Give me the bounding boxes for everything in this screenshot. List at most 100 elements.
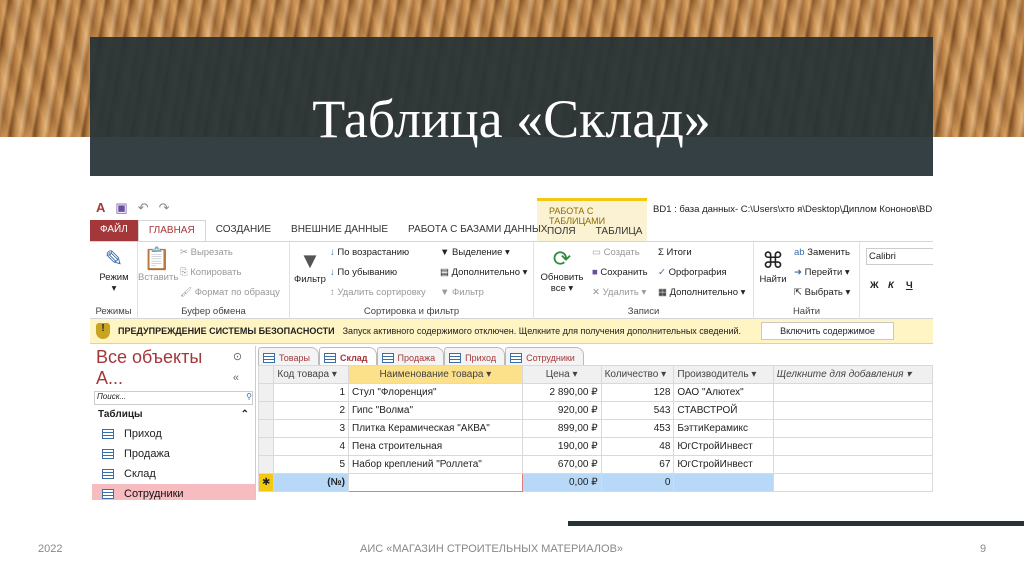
nav-section-tables[interactable]: Таблицы ⌃ xyxy=(92,406,255,424)
table-cell[interactable]: 453 xyxy=(600,419,675,438)
replace-button[interactable]: ab Заменить xyxy=(794,247,850,258)
table-cell[interactable]: 899,00 ₽ xyxy=(521,419,602,438)
table-cell[interactable]: 2 890,00 ₽ xyxy=(521,383,602,402)
copy-button[interactable]: ⎘ Копировать xyxy=(180,267,241,278)
table-cell[interactable] xyxy=(772,473,933,492)
table-cell[interactable]: (№) xyxy=(273,473,350,492)
table-cell[interactable]: 670,00 ₽ xyxy=(521,455,602,474)
table-cell[interactable] xyxy=(772,383,933,402)
paste-button[interactable]: 📋 Вставить xyxy=(138,246,178,283)
advanced-filter-button[interactable]: ▤ Дополнительно ▾ xyxy=(440,267,527,278)
table-cell[interactable]: Гипс "Волма" xyxy=(348,401,523,420)
toggle-filter-button[interactable]: ▼ Фильтр xyxy=(440,287,484,298)
row-selector[interactable] xyxy=(257,401,275,420)
table-cell[interactable] xyxy=(348,473,523,492)
table-cell[interactable]: БэттиКерамикс xyxy=(673,419,774,438)
find-button[interactable]: ⌘ Найти xyxy=(758,248,788,285)
table-cell[interactable]: 920,00 ₽ xyxy=(521,401,602,420)
save-icon[interactable]: ▣ xyxy=(115,200,127,216)
spelling-button[interactable]: ✓ Орфография xyxy=(658,267,727,278)
nav-item-prodazha[interactable]: Продажа xyxy=(92,444,255,464)
search-icon[interactable]: ⚲ xyxy=(246,392,252,404)
redo-icon[interactable]: ↷ xyxy=(159,200,170,216)
italic-button[interactable]: К xyxy=(888,280,894,291)
table-cell[interactable]: ОАО "Алютех" xyxy=(673,383,774,402)
table-cell[interactable] xyxy=(772,455,933,474)
save-record-button[interactable]: ■ Сохранить xyxy=(592,267,648,278)
table-row[interactable]: 3 Плитка Керамическая "АКВА" 899,00 ₽453 Бэ… xyxy=(257,419,933,438)
table-cell[interactable]: 128 xyxy=(600,383,675,402)
bold-button[interactable]: Ж xyxy=(870,280,879,291)
refresh-all-button[interactable]: ⟳ Обновить все ▾ xyxy=(538,246,586,294)
format-painter-button[interactable]: 🖌 Формат по образцу xyxy=(180,287,280,298)
table-cell[interactable]: 1 xyxy=(273,383,350,402)
tab-file[interactable]: ФАЙЛ xyxy=(90,220,138,241)
table-cell[interactable]: Пена строительная xyxy=(348,437,523,456)
select-button[interactable]: ⇱ Выбрать ▾ xyxy=(794,287,850,298)
table-cell[interactable]: Набор креплений "Роллета" xyxy=(348,455,523,474)
tab-database-tools[interactable]: РАБОТА С БАЗАМИ ДАННЫХ xyxy=(398,220,557,241)
sort-descending-button[interactable]: ↓ По убыванию xyxy=(330,267,397,278)
table-row[interactable]: 4 Пена строительная 190,00 ₽48 ЮгСтройИнвес… xyxy=(257,437,933,456)
nav-title[interactable]: Все объекты А... xyxy=(96,347,233,389)
table-cell[interactable]: 67 xyxy=(600,455,675,474)
doc-tab-sklad[interactable]: Склад xyxy=(318,347,377,365)
nav-menu-icon[interactable]: ⊙ « xyxy=(233,347,251,389)
column-header[interactable]: Наименование товара ▾ xyxy=(348,365,523,384)
row-selector[interactable] xyxy=(257,383,275,402)
mode-button[interactable]: ✎ Режим ▾ xyxy=(94,246,134,294)
column-header[interactable]: Код товара ▾ xyxy=(273,365,350,384)
row-selector[interactable]: ✱ xyxy=(257,473,275,492)
table-cell[interactable]: Стул "Флоренция" xyxy=(348,383,523,402)
table-cell[interactable]: СТАВСТРОЙ xyxy=(673,401,774,420)
nav-item-sotrudniki[interactable]: Сотрудники xyxy=(92,484,255,500)
tab-table[interactable]: ТАБЛИЦА xyxy=(586,222,653,237)
table-cell[interactable]: 48 xyxy=(600,437,675,456)
table-cell[interactable]: 0,00 ₽ xyxy=(521,473,602,492)
remove-sort-button[interactable]: ↕ Удалить сортировку xyxy=(330,287,426,298)
table-cell[interactable] xyxy=(772,419,933,438)
table-cell[interactable]: ЮгСтройИнвест xyxy=(673,437,774,456)
select-all[interactable] xyxy=(257,365,275,384)
table-cell[interactable] xyxy=(772,437,933,456)
filter-button[interactable]: ▼ Фильтр xyxy=(292,248,328,285)
more-button[interactable]: ▦ Дополнительно ▾ xyxy=(658,287,745,298)
table-row[interactable]: 2 Гипс "Волма" 920,00 ₽543 СТАВСТРОЙ xyxy=(257,401,933,420)
tab-external-data[interactable]: ВНЕШНИЕ ДАННЫЕ xyxy=(281,220,398,241)
new-record-row[interactable]: ✱ (№) 0,00 ₽0 xyxy=(257,473,933,492)
row-selector[interactable] xyxy=(257,419,275,438)
column-header[interactable]: Производитель ▾ xyxy=(673,365,774,384)
table-cell[interactable] xyxy=(772,401,933,420)
font-name-select[interactable]: Calibri xyxy=(866,248,933,265)
table-row[interactable]: 5 Набор креплений "Роллета" 670,00 ₽67 ЮгСт… xyxy=(257,455,933,474)
table-cell[interactable]: Плитка Керамическая "АКВА" xyxy=(348,419,523,438)
add-column-header[interactable]: Щелкните для добавления ▾ xyxy=(772,365,933,384)
table-cell[interactable]: 0 xyxy=(600,473,675,492)
selection-button[interactable]: ▼ Выделение ▾ xyxy=(440,247,510,258)
table-cell[interactable]: 4 xyxy=(273,437,350,456)
row-selector[interactable] xyxy=(257,455,275,474)
new-record-button[interactable]: ▭ Создать xyxy=(592,247,640,258)
row-selector[interactable] xyxy=(257,437,275,456)
tab-fields[interactable]: ПОЛЯ xyxy=(537,222,586,237)
table-row[interactable]: 1 Стул "Флоренция" 2 890,00 ₽128 ОАО "Алюте… xyxy=(257,383,933,402)
nav-search-input[interactable]: Поиск... ⚲ xyxy=(94,391,253,405)
doc-tab-tovary[interactable]: Товары xyxy=(258,347,319,365)
table-cell[interactable]: 2 xyxy=(273,401,350,420)
tab-create[interactable]: СОЗДАНИЕ xyxy=(206,220,281,241)
table-cell[interactable] xyxy=(673,473,774,492)
totals-button[interactable]: Σ Итоги xyxy=(658,247,692,258)
sort-ascending-button[interactable]: ↓ По возрастанию xyxy=(330,247,409,258)
collapse-icon[interactable]: ⌃ xyxy=(241,409,249,421)
doc-tab-prodazha[interactable]: Продажа xyxy=(376,347,445,365)
delete-record-button[interactable]: ✕ Удалить ▾ xyxy=(592,287,646,298)
table-cell[interactable]: ЮгСтройИнвест xyxy=(673,455,774,474)
cut-button[interactable]: ✂ Вырезать xyxy=(180,247,233,258)
goto-button[interactable]: ➜ Перейти ▾ xyxy=(794,267,850,278)
tab-home[interactable]: ГЛАВНАЯ xyxy=(137,220,206,241)
enable-content-button[interactable]: Включить содержимое xyxy=(761,322,894,340)
doc-tab-prihod[interactable]: Приход xyxy=(444,347,506,365)
table-cell[interactable]: 5 xyxy=(273,455,350,474)
table-cell[interactable]: 3 xyxy=(273,419,350,438)
column-header[interactable]: Количество ▾ xyxy=(600,365,675,384)
